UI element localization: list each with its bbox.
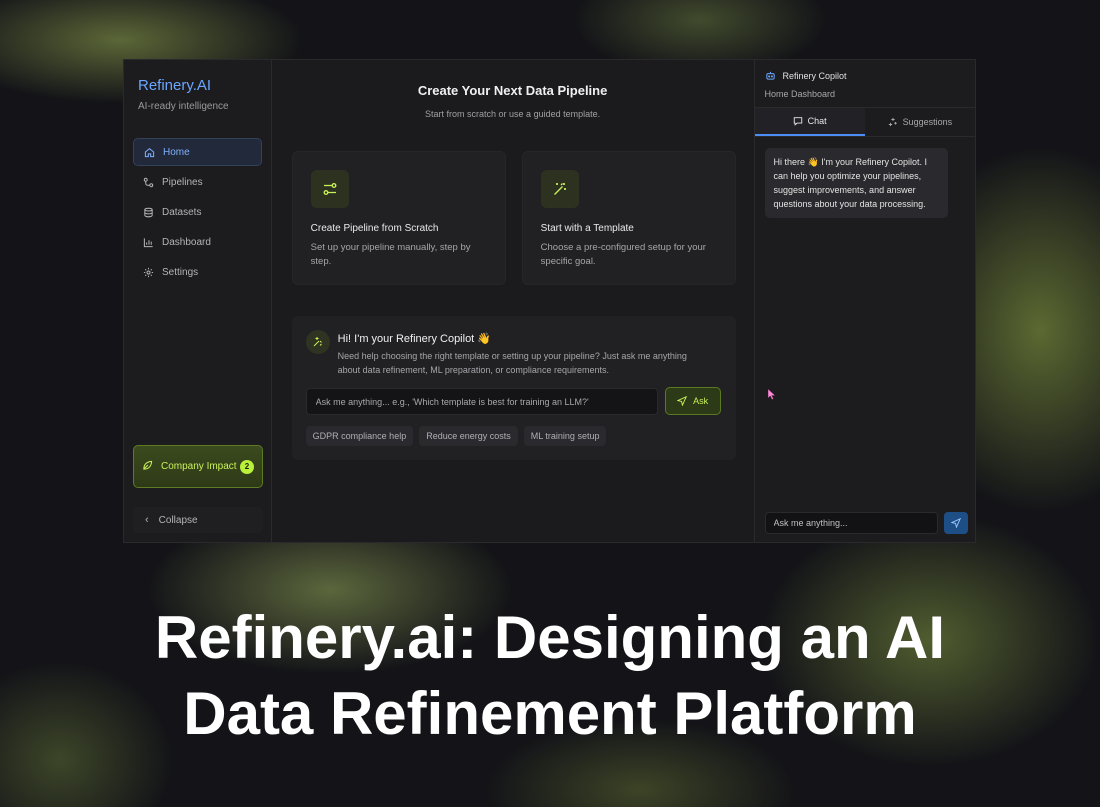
magic-wand-icon xyxy=(540,170,579,208)
tab-label: Chat xyxy=(807,116,827,126)
sidebar-item-label: Pipelines xyxy=(162,176,203,188)
chip-gdpr[interactable]: GDPR compliance help xyxy=(305,426,414,446)
copilot-greeting: Hi! I'm your Refinery Copilot 👋 xyxy=(337,333,491,345)
company-impact-button[interactable]: Company Impact 2 xyxy=(133,445,263,488)
impact-count-badge: 2 xyxy=(240,459,254,474)
copilot-ask-input[interactable] xyxy=(305,388,658,415)
card-title: Start with a Template xyxy=(540,223,634,234)
panel-title-row: Refinery Copilot xyxy=(765,70,965,81)
mouse-cursor-icon xyxy=(767,389,776,400)
gear-icon xyxy=(143,267,154,278)
database-icon xyxy=(143,207,154,218)
panel-header: Refinery Copilot Home Dashboard xyxy=(754,60,975,108)
sidebar-item-label: Datasets xyxy=(162,206,202,218)
chevron-left-icon: ‹ xyxy=(145,514,149,526)
headline-line-1: Refinery.ai: Designing an AI xyxy=(154,604,946,671)
collapse-button[interactable]: ‹ Collapse xyxy=(133,507,263,533)
leaf-icon xyxy=(142,458,153,476)
sidebar: Refinery.AI AI-ready intelligence Home P… xyxy=(124,60,272,542)
tab-label: Suggestions xyxy=(902,117,953,127)
chip-energy[interactable]: Reduce energy costs xyxy=(419,426,518,446)
brand-name: Refinery.AI xyxy=(138,77,212,94)
suggestion-chips: GDPR compliance help Reduce energy costs… xyxy=(305,426,607,446)
copilot-panel: Refinery Copilot Home Dashboard Chat Sug… xyxy=(753,60,975,542)
card-title: Create Pipeline from Scratch xyxy=(310,223,439,234)
chat-input[interactable] xyxy=(764,512,938,534)
panel-title: Refinery Copilot xyxy=(782,70,847,81)
main-content: Create Your Next Data Pipeline Start fro… xyxy=(272,60,754,542)
ask-button[interactable]: Ask xyxy=(664,387,721,415)
page-subtitle: Start from scratch or use a guided templ… xyxy=(425,109,601,119)
card-description: Choose a pre-configured setup for your s… xyxy=(540,242,706,267)
chart-icon xyxy=(143,237,154,248)
sidebar-item-label: Dashboard xyxy=(162,236,211,248)
sidebar-item-home[interactable]: Home xyxy=(133,138,262,166)
sidebar-item-pipelines[interactable]: Pipelines xyxy=(133,168,262,196)
panel-tabs: Chat Suggestions xyxy=(754,108,975,137)
copilot-description: Need help choosing the right template or… xyxy=(337,351,687,375)
app-window: Refinery.AI AI-ready intelligence Home P… xyxy=(123,59,976,543)
create-from-scratch-card[interactable]: Create Pipeline from Scratch Set up your… xyxy=(291,151,506,285)
sidebar-item-dashboard[interactable]: Dashboard xyxy=(133,228,262,256)
sparkle-icon xyxy=(305,330,330,354)
page-title: Create Your Next Data Pipeline xyxy=(417,83,608,98)
sidebar-item-settings[interactable]: Settings xyxy=(133,258,262,286)
send-icon xyxy=(677,396,688,406)
send-button[interactable] xyxy=(943,512,968,534)
sidebar-item-label: Settings xyxy=(162,266,199,278)
bot-icon xyxy=(765,71,775,80)
panel-subtitle: Home Dashboard xyxy=(764,89,836,99)
tab-chat[interactable]: Chat xyxy=(754,108,865,136)
start-with-template-card[interactable]: Start with a Template Choose a pre-confi… xyxy=(521,151,736,285)
brand-tagline: AI-ready intelligence xyxy=(138,101,229,112)
tab-suggestions[interactable]: Suggestions xyxy=(865,108,975,136)
ask-label: Ask xyxy=(693,396,709,406)
home-icon xyxy=(144,147,155,158)
card-description: Set up your pipeline manually, step by s… xyxy=(310,242,471,267)
chip-ml-training[interactable]: ML training setup xyxy=(523,426,607,446)
headline-caption: Refinery.ai: Designing an AI Data Refine… xyxy=(0,600,1100,752)
headline-line-2: Data Refinement Platform xyxy=(183,680,917,747)
route-icon xyxy=(310,170,349,208)
company-impact-label: Company Impact xyxy=(161,460,237,472)
sidebar-item-label: Home xyxy=(163,146,190,158)
collapse-label: Collapse xyxy=(158,514,198,526)
brand: Refinery.AI AI-ready intelligence xyxy=(124,60,271,112)
send-icon xyxy=(950,518,961,528)
sidebar-nav: Home Pipelines Datasets Dashboard Settin… xyxy=(124,138,271,286)
pipeline-icon xyxy=(143,177,154,188)
sparkle-icon xyxy=(888,117,897,127)
sidebar-item-datasets[interactable]: Datasets xyxy=(133,198,262,226)
copilot-prompt-box: Hi! I'm your Refinery Copilot 👋 Need hel… xyxy=(291,316,736,460)
chat-icon xyxy=(793,117,802,126)
copilot-message: Hi there 👋 I'm your Refinery Copilot. I … xyxy=(764,148,948,218)
